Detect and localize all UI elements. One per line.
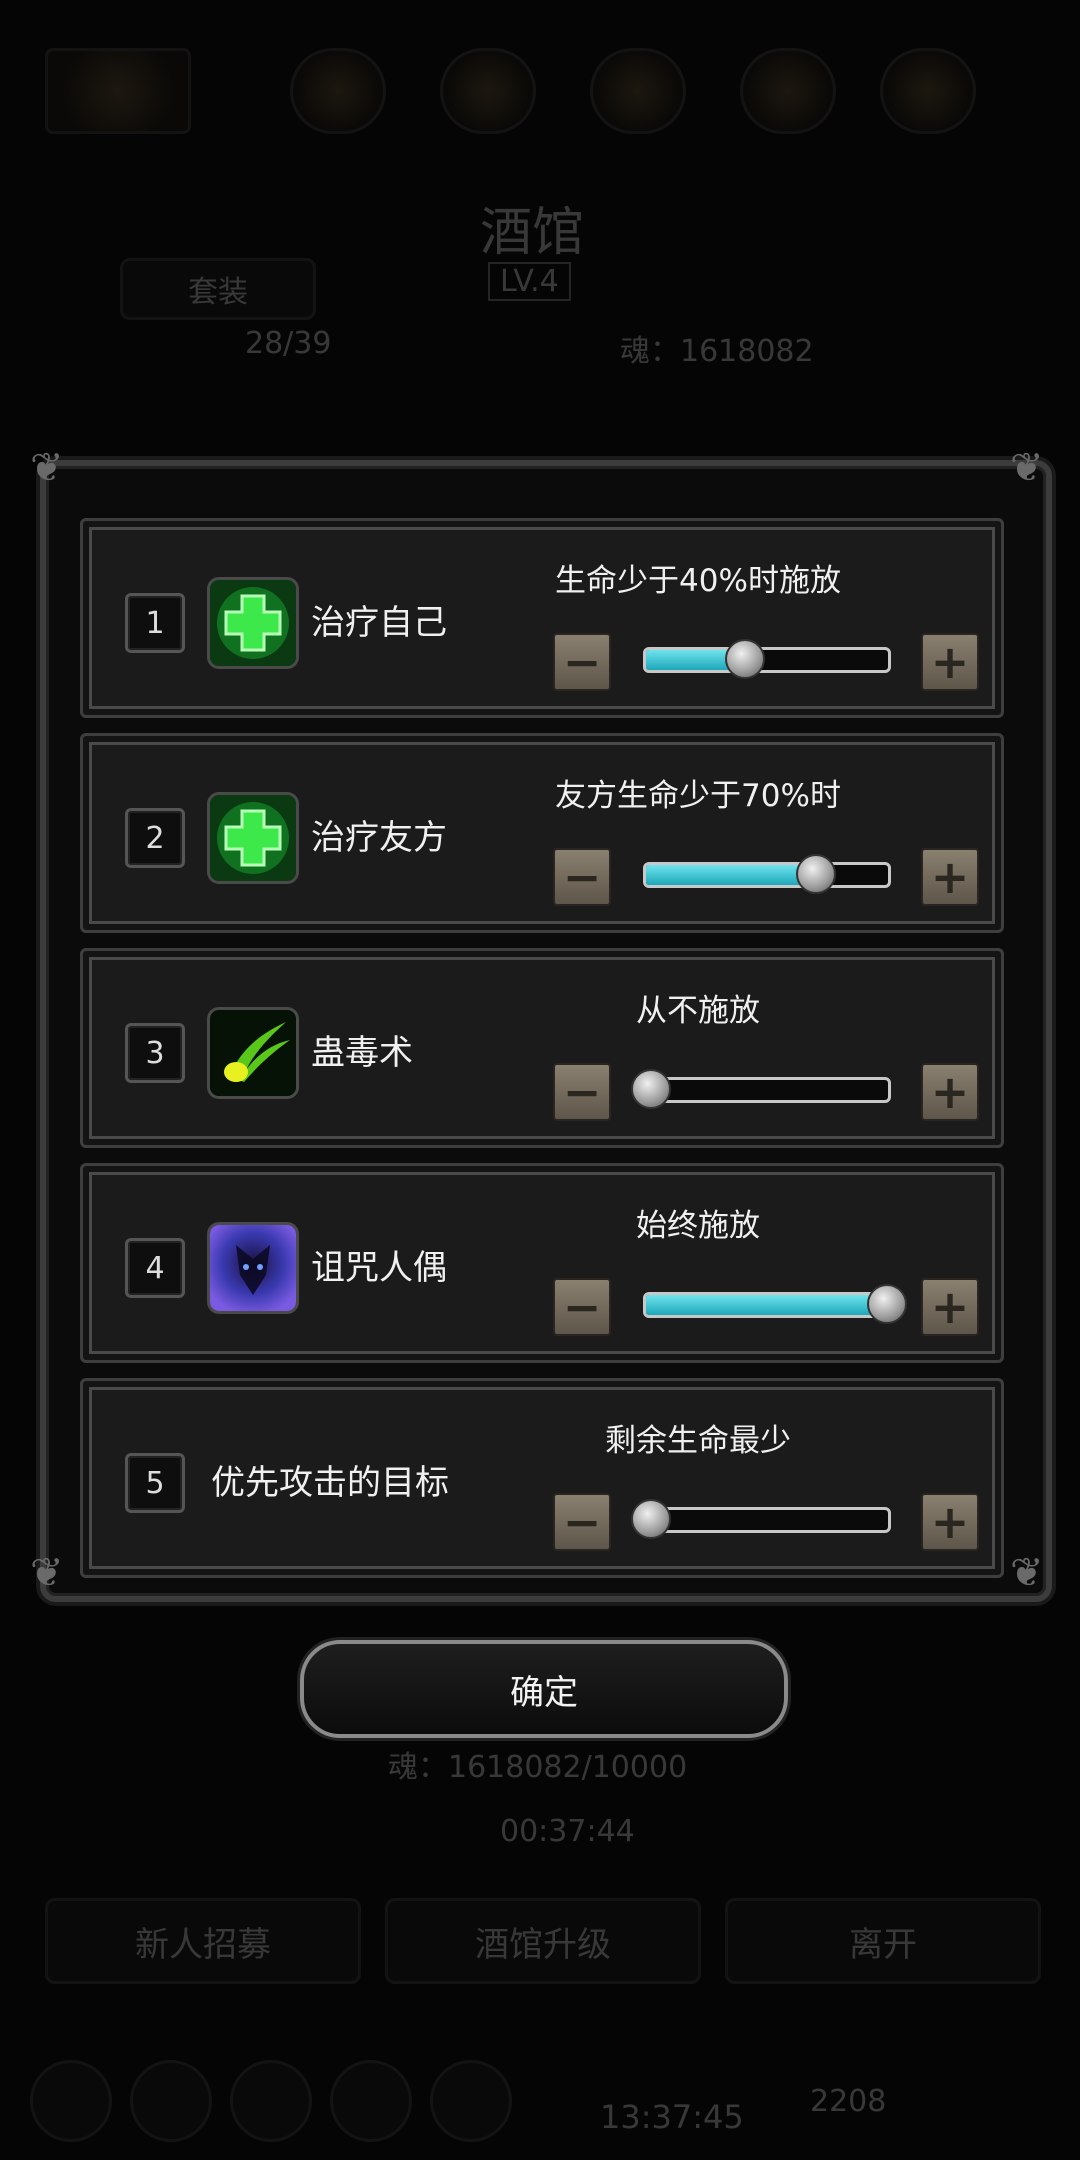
gem-count: 2208 (810, 2084, 887, 2119)
frame-ornament: ❦ (30, 1550, 64, 1596)
equip-slot (590, 48, 686, 134)
menu-icon (330, 2060, 412, 2142)
increase-button[interactable]: + (921, 1063, 979, 1121)
skill-row-4: 4 诅咒人偶 始终施放 − + (80, 1163, 1004, 1363)
curse-doll-icon (207, 1222, 299, 1314)
skill-name: 蛊毒术 (311, 1033, 413, 1073)
increase-button[interactable]: + (921, 1493, 979, 1551)
cast-slider-thumb[interactable] (867, 1284, 907, 1324)
target-condition: 剩余生命最少 (605, 1423, 791, 1459)
row-number: 2 (125, 808, 185, 868)
target-priority-label: 优先攻击的目标 (211, 1463, 449, 1503)
target-slider-track[interactable] (643, 1507, 891, 1533)
clock: 13:37:45 (600, 2098, 744, 2136)
leave-button: 离开 (725, 1898, 1041, 1984)
row-number: 5 (125, 1453, 185, 1513)
skill-name: 治疗友方 (311, 818, 447, 858)
cast-condition: 从不施放 (636, 993, 760, 1029)
cast-condition: 始终施放 (636, 1208, 760, 1244)
decrease-button[interactable]: − (553, 1063, 611, 1121)
increase-button[interactable]: + (921, 848, 979, 906)
frame-ornament: ❦ (1010, 445, 1044, 491)
soul-top: 魂：1618082 (620, 334, 814, 369)
cast-slider-track[interactable] (643, 862, 891, 888)
recruit-button: 新人招募 (45, 1898, 361, 1984)
row-number: 4 (125, 1238, 185, 1298)
equip-slot (290, 48, 386, 134)
frame-ornament: ❦ (1010, 1550, 1044, 1596)
target-slider-thumb[interactable] (631, 1499, 671, 1539)
cast-slider-thumb[interactable] (796, 854, 837, 894)
level-badge: LV.4 (488, 262, 571, 301)
equip-slot (880, 48, 976, 134)
cast-condition: 生命少于40%时施放 (555, 563, 841, 599)
row-number: 3 (125, 1023, 185, 1083)
cast-condition: 友方生命少于70%时 (555, 778, 841, 814)
set-tab: 套装 (120, 258, 316, 320)
menu-icon (230, 2060, 312, 2142)
skill-name: 治疗自己 (311, 603, 447, 643)
upgrade-button: 酒馆升级 (385, 1898, 701, 1984)
heal-cross-icon (207, 792, 299, 884)
skill-row-1: 1 治疗自己 生命少于40%时施放 − + (80, 518, 1004, 718)
cast-slider-track[interactable] (643, 647, 891, 673)
skill-row-3: 3 蛊毒术 从不施放 − + (80, 948, 1004, 1148)
decrease-button[interactable]: − (553, 1493, 611, 1551)
decrease-button[interactable]: − (553, 633, 611, 691)
decrease-button[interactable]: − (553, 848, 611, 906)
skill-list: 1 治疗自己 生命少于40%时施放 − + 2 治疗友方 友方生命少于70%时 … (80, 518, 1004, 1593)
menu-icon (130, 2060, 212, 2142)
menu-icon (30, 2060, 112, 2142)
cast-slider-track[interactable] (643, 1292, 891, 1318)
skill-name: 诅咒人偶 (311, 1248, 447, 1288)
equip-slot (45, 48, 191, 134)
poison-claw-icon (207, 1007, 299, 1099)
equip-slot (740, 48, 836, 134)
soul-bottom: 魂：1618082/10000 (388, 1750, 688, 1785)
cast-slider-thumb[interactable] (631, 1069, 671, 1109)
increase-button[interactable]: + (921, 633, 979, 691)
frame-ornament: ❦ (30, 445, 64, 491)
increase-button[interactable]: + (921, 1278, 979, 1336)
row-number: 1 (125, 593, 185, 653)
equip-slot (440, 48, 536, 134)
bg-title: 酒馆 (480, 203, 585, 263)
timer: 00:37:44 (500, 1814, 635, 1849)
skill-row-2: 2 治疗友方 友方生命少于70%时 − + (80, 733, 1004, 933)
confirm-button[interactable]: 确定 (300, 1640, 788, 1738)
skill-row-5: 5 优先攻击的目标 剩余生命最少 − + (80, 1378, 1004, 1578)
heal-cross-icon (207, 577, 299, 669)
cast-slider-thumb[interactable] (725, 639, 766, 679)
decrease-button[interactable]: − (553, 1278, 611, 1336)
hero-count: 28/39 (245, 326, 332, 361)
menu-icon (430, 2060, 512, 2142)
cast-slider-track[interactable] (643, 1077, 891, 1103)
